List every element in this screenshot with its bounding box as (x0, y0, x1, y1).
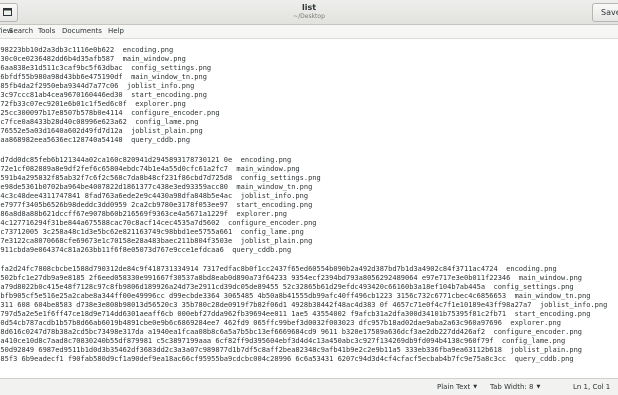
text-line: 1b0d54cb787acdb1b57b8d66ab6019b4891cbe0e… (0, 319, 561, 327)
text-line: ea7e3122ca8070668cfe69673e1c70158e28a483… (0, 237, 313, 245)
tab-width-label: Tab Width: 8 (490, 383, 534, 391)
text-line: b5aa868982eea5636ec128740a54148 query_cd… (0, 136, 191, 144)
menu-bar: View Search Tools Documents Help (0, 25, 618, 39)
text-editor[interactable]: 8198223bb10d2a3db3c1116e0b622 encoding.p… (0, 39, 618, 378)
text-line: a14c127716294f31be844a675588cac70c8acf14… (0, 219, 317, 227)
text-line: 7a4c3c48dee4311747841 8fad763a6ede2e9c44… (0, 192, 309, 200)
text-line: c56aa838e31d511c3caf9bc5f63dbac config_s… (0, 64, 212, 72)
menu-documents[interactable]: Documents (62, 26, 102, 37)
text-line: 3b30c0ce0236482dd6b4d35afb587 main_windo… (0, 55, 186, 63)
text-line: 83bfb905cf5e516e25a2cabe8a344ff00e49996c… (0, 292, 591, 300)
text-line: bc85f3 6b9eadecf1 f90fab580d9cf1a90def9e… (0, 355, 574, 363)
text-line: c23c97ccc81ab4cea9670160446ed30 start_en… (0, 91, 207, 99)
text-line: 5d76552e5a03d1640a602d49fd7d12a joblist_… (0, 127, 203, 135)
cursor-position: Ln 1, Col 1 (573, 383, 611, 391)
text-line: e7797d5a2e5e1f6ff47ce18d9e714dd6301aeaff… (0, 310, 591, 318)
text-line: 3e25cc300097b17e8507b578b0e4114 configur… (0, 109, 220, 117)
status-bar: Plain Text ▼ Tab Width: 8 ▼ Ln 1, Col 1 (0, 378, 618, 395)
text-line: 4de98de5361b0702ba964be4007822d1861377c4… (0, 183, 313, 191)
text-line: 2286a8d8a88b621dccff67e9078b60b216569f93… (0, 210, 288, 218)
text-line: be85fb4da2f2950eba9344d7a77c06 joblist_i… (0, 82, 195, 90)
text-line: c5e7977f3405b6526b98deddc3dd0959 2ca2cb9… (0, 201, 313, 209)
language-selector[interactable]: Plain Text ▼ (437, 379, 477, 395)
menu-help[interactable]: Help (108, 26, 124, 37)
language-label: Plain Text (437, 383, 471, 391)
text-line: 8198223bb10d2a3db3c1116e0b622 encoding.p… (0, 46, 174, 54)
chevron-down-icon: ▼ (473, 384, 478, 390)
text-line: e1d7dd0dc85feb6b121344a02ca160c820941d29… (0, 156, 292, 164)
menu-search[interactable]: Search (9, 26, 33, 37)
text-line: 4b502bfc1e27db9a9e8185 2f6eed058330e9916… (0, 274, 583, 282)
window-subtitle: ~/Desktop (293, 13, 325, 20)
header-bar: list ~/Desktop Save (0, 0, 618, 25)
text-line: a672e1cf082889a8e9df2fef6c65804ebdc74b1e… (0, 165, 300, 173)
text-line: 23311 608 604be8583 d738e3e808b98013d565… (0, 301, 608, 309)
text-line: 7da79d8022b0c415e48f7128c97c8fb9806d1899… (0, 283, 574, 291)
text-line: 6fc7fce0a8433b28d40c08996e623a62 config_… (0, 118, 199, 126)
text-line: 6f911cbda9e064374c81a263bb11f6f8e05073d7… (0, 246, 292, 254)
save-button[interactable]: Save (592, 3, 618, 22)
text-line: 6ec73712005 3c258a48c1d3e5bc62e821163749… (0, 228, 304, 236)
text-line: 0a72fb33c07ec9201e6b01c1f5ed6c0f explore… (0, 100, 186, 108)
text-line: ab6bfdf55b980a98d43bb6e475190df main_win… (0, 73, 207, 81)
tab-width-selector[interactable]: Tab Width: 8 ▼ (490, 379, 540, 395)
text-line: 7f50d92849 6987ed9511b1d0d3b35462df3683d… (0, 346, 583, 354)
text-line: d68d616c0247d78b38a2cd5bc73498e317da a19… (0, 328, 583, 336)
text-line: d8a410ce10d8c7aad8c70830240b55df879981 c… (0, 337, 566, 345)
text-line: 6cfa2d24fc7808cbcbe1588d790312de84c9f418… (0, 265, 557, 273)
menu-tools[interactable]: Tools (38, 26, 55, 37)
text-line: ed591b4a295832f85ab32f7c6f2c568c7da8b48c… (0, 174, 321, 182)
window-title: list (301, 3, 317, 12)
chevron-down-icon: ▼ (536, 384, 541, 390)
